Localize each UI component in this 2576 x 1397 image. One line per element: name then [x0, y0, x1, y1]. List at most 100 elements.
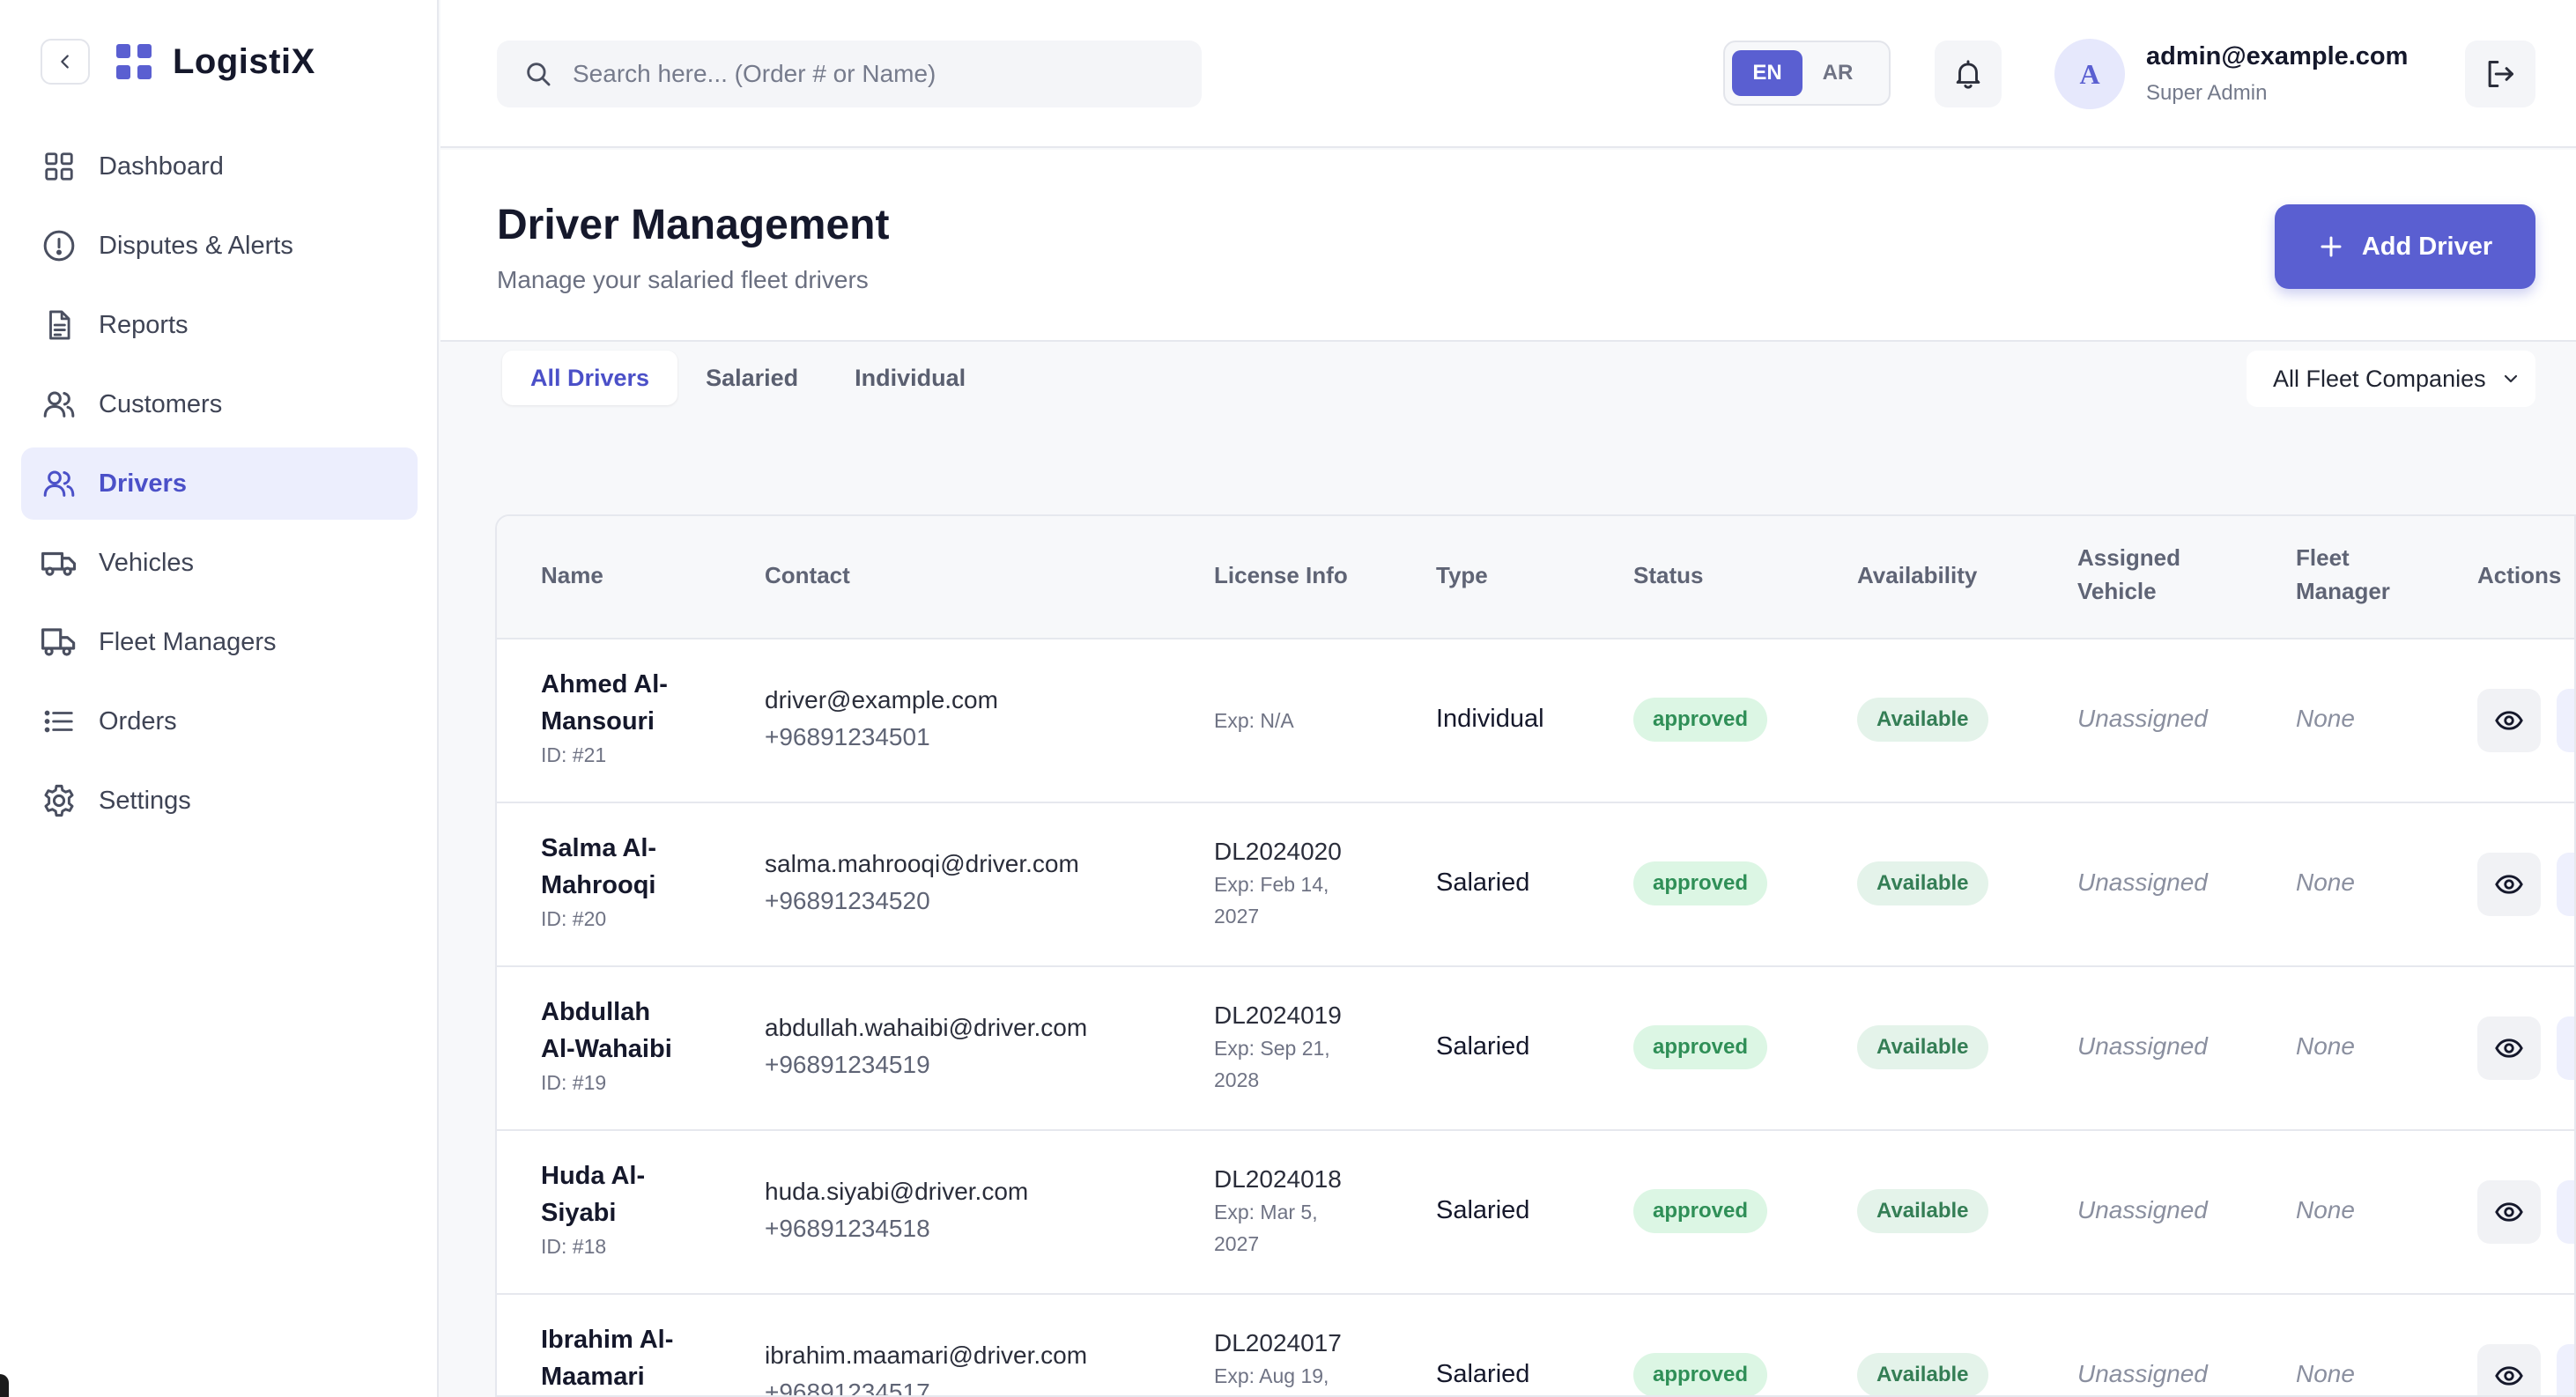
driver-name-cell: Ibrahim Al- Maamari: [541, 1321, 700, 1395]
lang-ar-button[interactable]: AR: [1802, 50, 1873, 96]
license-expiry: Exp: N/A: [1214, 709, 1294, 732]
sidebar-item-vehicles[interactable]: Vehicles: [21, 527, 418, 599]
table-row: Salma Al- Mahrooqi ID: #20 salma.mahrooqi…: [497, 803, 2574, 967]
app: LogistiX Dashboard Disputes & Alerts Rep…: [0, 0, 2576, 1397]
driver-type: Individual: [1436, 705, 1544, 733]
fleet-manager: None: [2296, 1360, 2355, 1387]
users-icon: [41, 386, 78, 423]
gear-icon: [41, 782, 78, 819]
add-driver-button[interactable]: Add Driver: [2275, 204, 2535, 289]
assigned-vehicle: Unassigned: [2077, 1032, 2208, 1060]
view-button[interactable]: [2477, 689, 2541, 752]
driver-type-tabs: All Drivers Salaried Individual: [502, 349, 994, 407]
column-header-fleet-manager[interactable]: Fleet Manager: [2296, 541, 2390, 608]
avatar[interactable]: A: [2054, 39, 2125, 109]
tab-all-drivers[interactable]: All Drivers: [502, 351, 678, 405]
driver-email: driver@example.com: [765, 686, 998, 713]
availability-badge: Available: [1857, 1189, 1988, 1233]
driver-name-cell: Abdullah Al-Wahaibi ID: #19: [541, 994, 700, 1095]
edit-button[interactable]: [2557, 689, 2574, 752]
sidebar-item-orders[interactable]: Orders: [21, 685, 418, 758]
fleet-company-select[interactable]: All Fleet Companies: [2247, 351, 2535, 407]
eye-icon: [2495, 1202, 2523, 1222]
driver-name[interactable]: Ahmed Al- Mansouri: [541, 666, 700, 740]
edit-button[interactable]: [2557, 853, 2574, 916]
truck-icon: [41, 544, 78, 581]
driver-name-cell: Salma Al- Mahrooqi ID: #20: [541, 830, 700, 931]
status-badge: approved: [1633, 1025, 1768, 1069]
status-cell: approved: [1633, 861, 1768, 905]
column-header-license[interactable]: License Info: [1214, 558, 1348, 592]
search-box[interactable]: [497, 41, 1202, 107]
table-row: Abdullah Al-Wahaibi ID: #19 abdullah.waha…: [497, 967, 2574, 1131]
availability-cell: Available: [1857, 861, 1988, 905]
driver-type: Salaried: [1436, 1196, 1530, 1224]
alert-circle-icon: [41, 227, 78, 264]
eye-icon: [2495, 1366, 2523, 1386]
notifications-button[interactable]: [1935, 41, 2002, 107]
sidebar-item-label: Reports: [99, 310, 189, 339]
fleet-manager: None: [2296, 1196, 2355, 1223]
driver-name[interactable]: Ibrahim Al- Maamari: [541, 1321, 700, 1395]
search-input[interactable]: [573, 60, 1189, 88]
driver-phone: +96891234517: [765, 1379, 930, 1397]
status-badge: approved: [1633, 698, 1768, 742]
driver-name[interactable]: Huda Al- Siyabi: [541, 1157, 700, 1231]
chevron-down-icon: [2504, 374, 2518, 383]
view-button[interactable]: [2477, 1016, 2541, 1080]
column-header-status[interactable]: Status: [1633, 558, 1703, 592]
sidebar-item-label: Dashboard: [99, 152, 224, 181]
column-header-availability[interactable]: Availability: [1857, 558, 1977, 592]
column-header-text: Fleet: [2296, 544, 2350, 571]
column-header-type[interactable]: Type: [1436, 558, 1488, 592]
contact-cell: huda.siyabi@driver.com +96891234518: [765, 1173, 1028, 1247]
brand-name: LogistiX: [173, 41, 315, 81]
view-button[interactable]: [2477, 853, 2541, 916]
availability-badge: Available: [1857, 861, 1988, 905]
sidebar-item-drivers[interactable]: Drivers: [21, 447, 418, 520]
driver-phone: +96891234519: [765, 1051, 930, 1078]
sidebar-item-customers[interactable]: Customers: [21, 368, 418, 440]
driver-name[interactable]: Salma Al- Mahrooqi: [541, 830, 700, 904]
license-cell: DL2024020 Exp: Feb 14, 2027: [1214, 835, 1346, 932]
sidebar-item-label: Fleet Managers: [99, 627, 277, 656]
eye-icon: [2495, 1039, 2523, 1058]
edit-button[interactable]: [2557, 1016, 2574, 1080]
sidebar-item-disputes[interactable]: Disputes & Alerts: [21, 210, 418, 282]
sidebar-item-label: Drivers: [99, 469, 187, 498]
status-badge: approved: [1633, 1189, 1768, 1233]
search-icon: [527, 63, 551, 86]
status-cell: approved: [1633, 1025, 1768, 1069]
driver-id: ID: #18: [541, 1235, 607, 1258]
tab-individual[interactable]: Individual: [826, 351, 994, 405]
collapse-sidebar-button[interactable]: [41, 39, 90, 85]
edit-button[interactable]: [2557, 1344, 2574, 1395]
lang-en-button[interactable]: EN: [1732, 50, 1802, 96]
driver-type: Salaried: [1436, 1032, 1530, 1061]
driver-name[interactable]: Abdullah Al-Wahaibi: [541, 994, 700, 1068]
view-button[interactable]: [2477, 1180, 2541, 1244]
grid-icon: [41, 148, 78, 185]
license-expiry: Exp: Feb 14, 2027: [1214, 873, 1329, 928]
sidebar-nav: Dashboard Disputes & Alerts Reports Cust…: [21, 130, 418, 844]
tab-salaried[interactable]: Salaried: [677, 351, 826, 405]
sidebar-item-fleet-managers[interactable]: Fleet Managers: [21, 606, 418, 678]
truck-user-icon: [41, 624, 78, 661]
page-subtitle: Manage your salaried fleet drivers: [497, 266, 869, 293]
column-header-name[interactable]: Name: [541, 558, 603, 592]
sidebar-item-dashboard[interactable]: Dashboard: [21, 130, 418, 203]
driver-phone: +96891234501: [765, 723, 930, 750]
edit-button[interactable]: [2557, 1180, 2574, 1244]
status-cell: approved: [1633, 1353, 1768, 1395]
availability-cell: Available: [1857, 1025, 1988, 1069]
view-button[interactable]: [2477, 1344, 2541, 1395]
logo-icon: [116, 44, 152, 79]
driver-name-cell: Ahmed Al- Mansouri ID: #21: [541, 666, 700, 767]
sidebar-item-settings[interactable]: Settings: [21, 765, 418, 837]
sidebar-item-reports[interactable]: Reports: [21, 289, 418, 361]
column-header-contact[interactable]: Contact: [765, 558, 850, 592]
logout-button[interactable]: [2465, 41, 2535, 107]
list-icon: [41, 703, 78, 740]
column-header-assigned-vehicle[interactable]: Assigned Vehicle: [2077, 541, 2180, 608]
contact-cell: ibrahim.maamari@driver.com +96891234517: [765, 1337, 1087, 1397]
